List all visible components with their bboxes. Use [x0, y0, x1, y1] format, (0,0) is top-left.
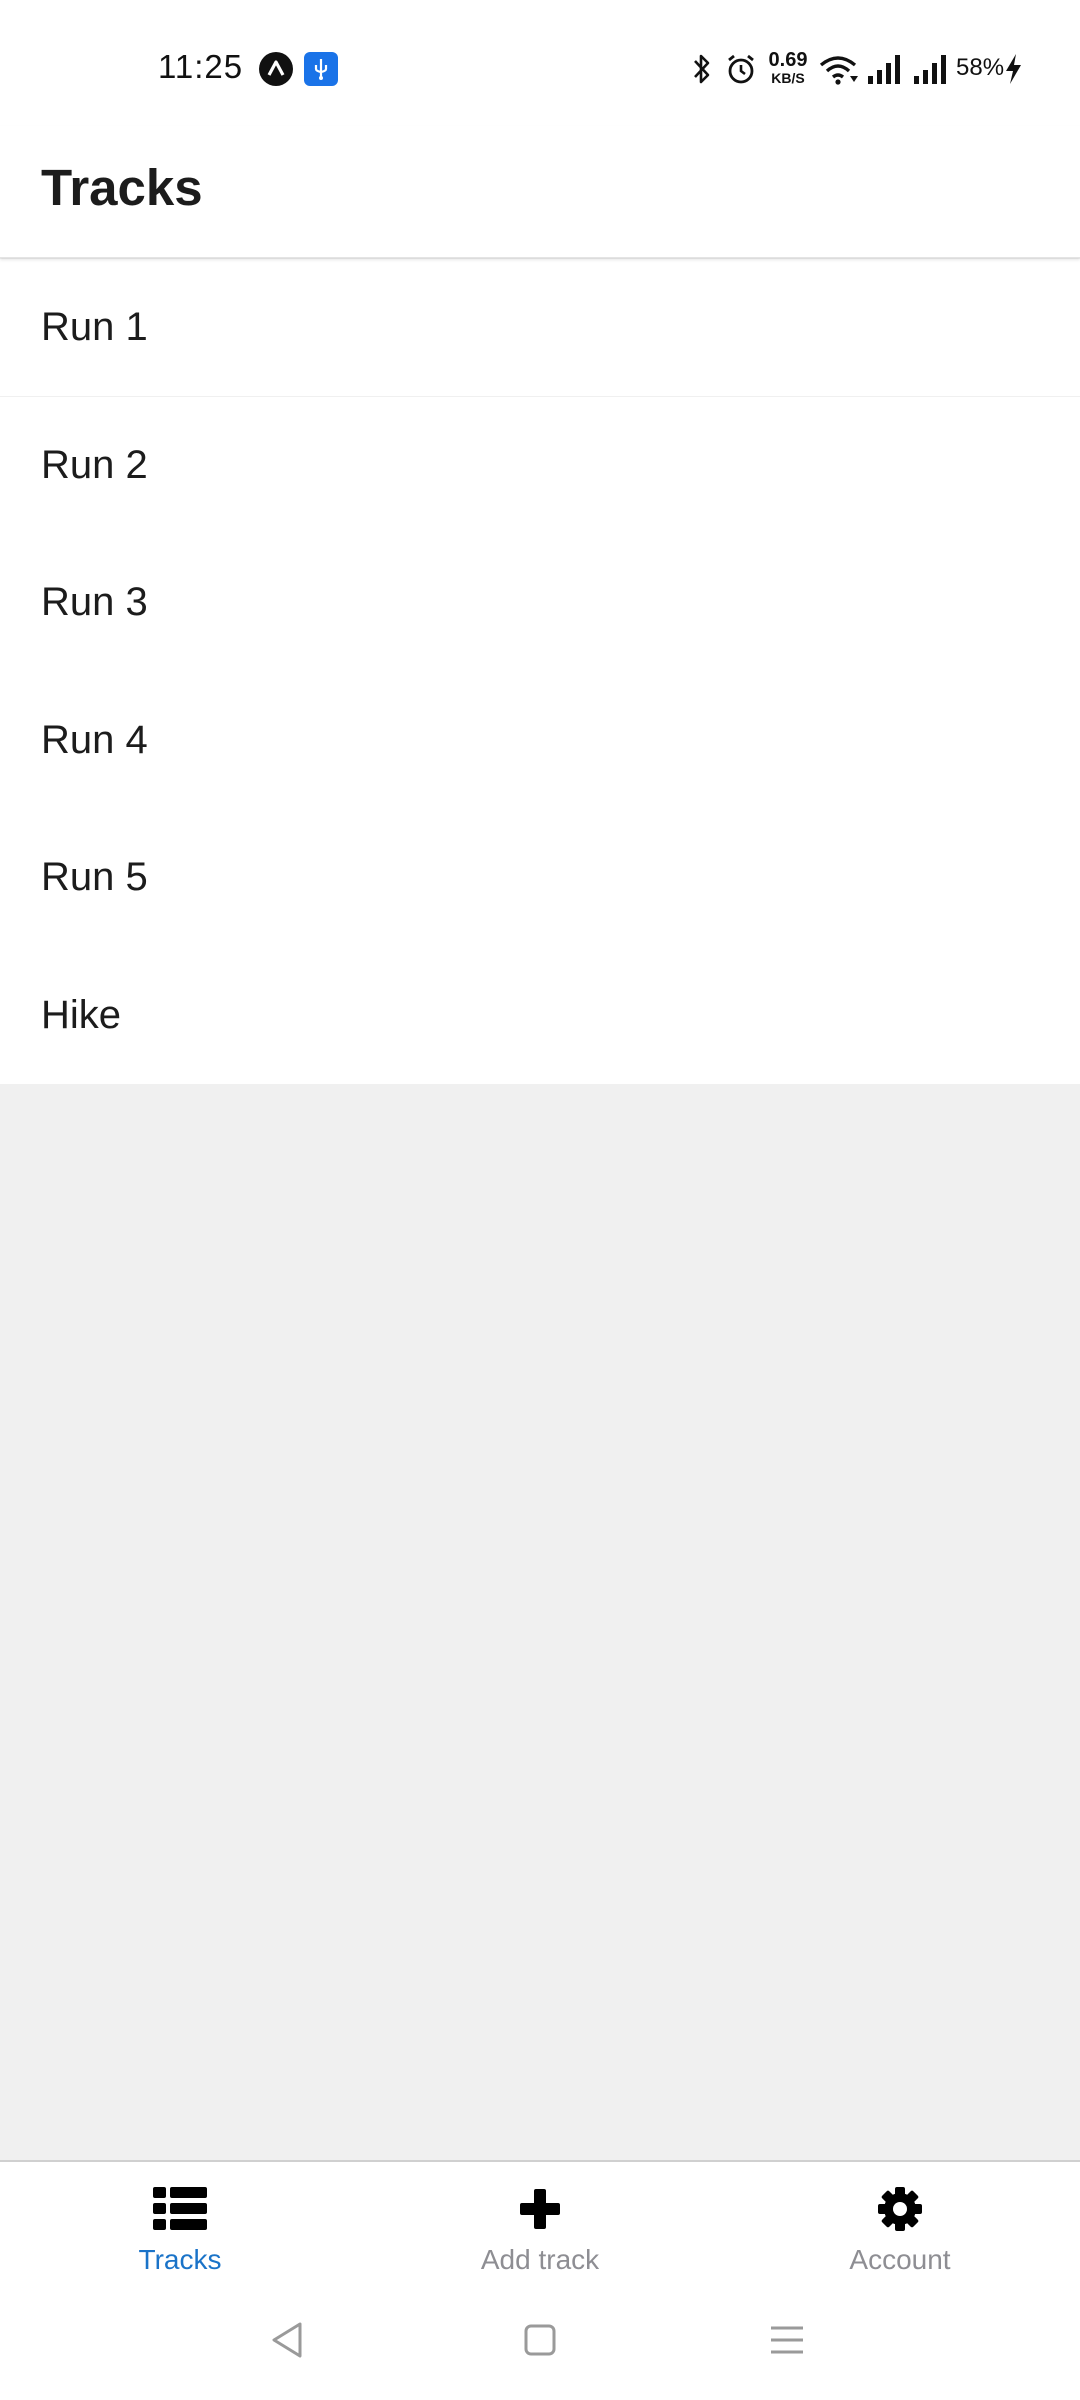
track-item-run-5[interactable]: Run 5 [0, 809, 1080, 947]
page-title: Tracks [41, 159, 203, 216]
track-item-run-2[interactable]: Run 2 [0, 397, 1080, 535]
signal-icon [914, 55, 946, 84]
track-label: Run 4 [41, 717, 148, 762]
network-speed-value: 0.69 [768, 49, 808, 71]
track-item-run-3[interactable]: Run 3 [0, 534, 1080, 672]
status-time: 11:25 [158, 48, 244, 85]
bluetooth-icon [694, 54, 710, 84]
alarm-icon [728, 54, 754, 84]
home-icon[interactable] [514, 2314, 566, 2366]
network-speed: 0.69 KB/S [764, 50, 812, 85]
app-notification-icon [259, 52, 293, 86]
gear-icon [878, 2187, 922, 2231]
track-item-run-4[interactable]: Run 4 [0, 672, 1080, 810]
tab-account-label: Account [849, 2244, 951, 2275]
tab-add-track-label: Add track [480, 2244, 600, 2275]
signal-icon [868, 55, 900, 84]
track-label: Run 3 [41, 580, 148, 625]
plus-icon [520, 2189, 560, 2229]
track-item-run-1[interactable]: Run 1 [0, 259, 1080, 397]
track-label: Run 2 [41, 442, 148, 487]
tab-add-track[interactable]: Add track [360, 2162, 720, 2282]
status-bar: 11:25 0.69 KB/S 58% [0, 0, 1080, 126]
battery-level: 58% [956, 54, 1005, 81]
app-header: Tracks [0, 126, 1080, 258]
tab-tracks[interactable]: Tracks [0, 2162, 360, 2282]
tab-tracks-label: Tracks [138, 2244, 222, 2275]
system-nav-bar [0, 2282, 1080, 2400]
list-icon [153, 2187, 207, 2230]
track-label: Run 5 [41, 855, 148, 900]
usb-debug-icon [304, 52, 338, 86]
track-item-hike[interactable]: Hike [0, 947, 1080, 1085]
network-speed-unit: KB/S [771, 70, 805, 86]
back-icon[interactable] [262, 2314, 314, 2366]
track-label: Run 1 [41, 304, 148, 349]
track-list: Run 1 Run 2 Run 3 Run 4 Run 5 Hike [0, 259, 1080, 1084]
tab-account[interactable]: Account [720, 2162, 1080, 2282]
charging-icon [1006, 54, 1021, 84]
track-label: Hike [41, 992, 122, 1037]
recents-icon[interactable] [761, 2314, 813, 2366]
wifi-icon [819, 56, 858, 85]
bottom-tab-bar: Tracks Add track Account [0, 2160, 1080, 2282]
